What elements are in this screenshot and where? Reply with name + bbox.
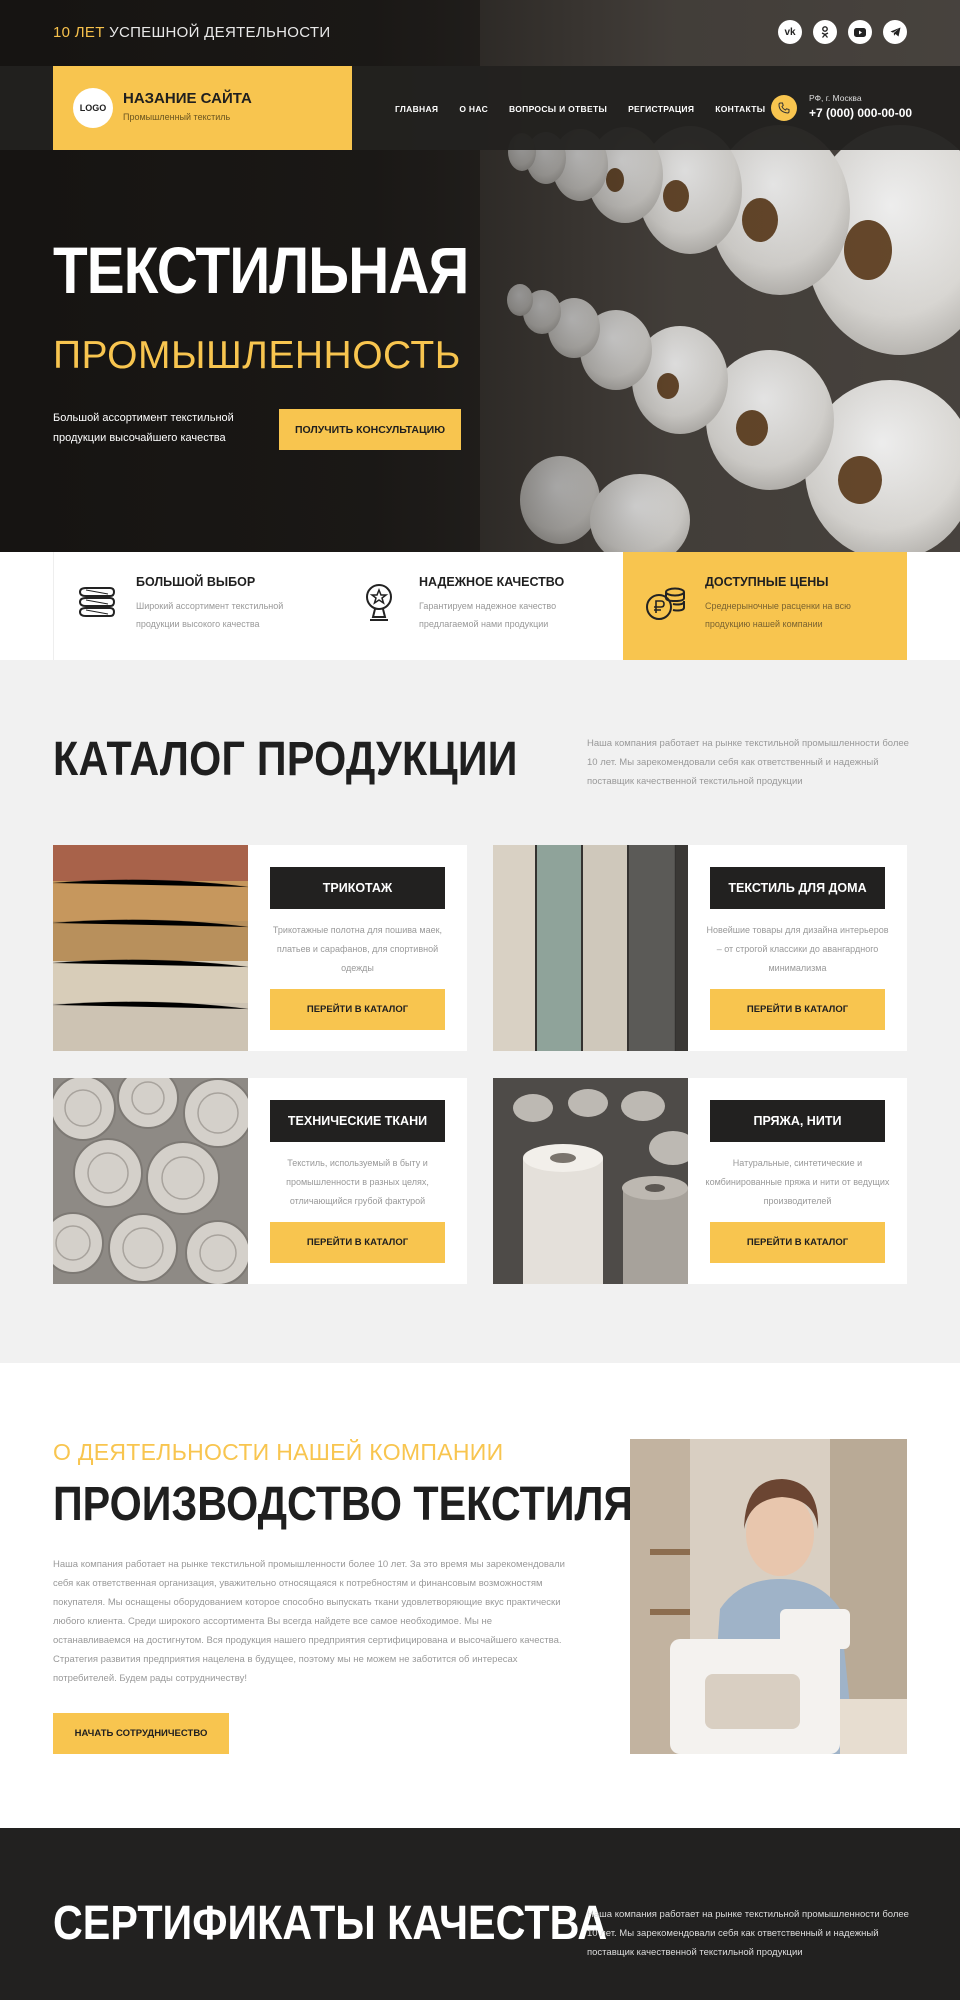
feature-prices: ДОСТУПНЫЕ ЦЕНЫ Среднерыночные расценки н… [623, 552, 907, 660]
catalog-title: КАТАЛОГ ПРОДУКЦИИ [53, 733, 518, 786]
card-title: ТРИКОТАЖ [270, 867, 445, 909]
certificates-section: СЕРТИФИКАТЫ КАЧЕСТВА Наша компания работ… [0, 1828, 960, 2000]
years-accent: 10 ЛЕТ [53, 24, 105, 41]
yarn-image [493, 1078, 688, 1284]
catalog-card-yarn: ПРЯЖА, НИТИ Натуральные, синтетические и… [493, 1078, 907, 1284]
feature-desc: Среднерыночные расценки на всю продукцию… [705, 601, 851, 629]
about-title: ПРОИЗВОДСТВО ТЕКСТИЛЯ [53, 1478, 634, 1531]
certificates-title: СЕРТИФИКАТЫ КАЧЕСТВА [53, 1897, 608, 1950]
seamstress-photo [630, 1439, 907, 1754]
main-navbar: LOGO НАЗАНИЕ САЙТА Промышленный текстиль… [0, 66, 960, 150]
social-links: vk [778, 20, 907, 44]
award-icon [366, 584, 392, 621]
nav-item-faq[interactable]: ВОПРОСЫ И ОТВЕТЫ [509, 104, 607, 114]
catalog-link-button[interactable]: ПЕРЕЙТИ В КАТАЛОГ [710, 989, 885, 1030]
feature-desc: Гарантируем надежное качество предлагаем… [419, 601, 557, 629]
fabric-stack-icon [79, 587, 115, 617]
card-title: ТЕХНИЧЕСКИЕ ТКАНИ [270, 1100, 445, 1142]
ok-icon[interactable] [813, 20, 837, 44]
nav-menu: ГЛАВНАЯ О НАС ВОПРОСЫ И ОТВЕТЫ РЕГИСТРАЦ… [395, 101, 793, 115]
catalog-link-button[interactable]: ПЕРЕЙТИ В КАТАЛОГ [270, 1222, 445, 1263]
nav-item-about[interactable]: О НАС [459, 104, 488, 114]
feature-quality: НАДЕЖНОЕ КАЧЕСТВО Гарантируем надежное к… [337, 552, 621, 660]
years-badge: 10 ЛЕТ УСПЕШНОЙ ДЕЯТЕЛЬНОСТИ [53, 24, 330, 41]
brand-block[interactable]: LOGO НАЗАНИЕ САЙТА Промышленный текстиль [53, 66, 352, 150]
catalog-card-technical: ТЕХНИЧЕСКИЕ ТКАНИ Текстиль, используемый… [53, 1078, 467, 1284]
feature-selection: БОЛЬШОЙ ВЫБОР Широкий ассортимент тексти… [53, 552, 337, 660]
catalog-card-knitwear: ТРИКОТАЖ Трикотажные полотна для пошива … [53, 845, 467, 1051]
feature-title: НАДЕЖНОЕ КАЧЕСТВО [419, 575, 565, 589]
card-title: ТЕКСТИЛЬ ДЛЯ ДОМА [710, 867, 885, 909]
catalog-section: КАТАЛОГ ПРОДУКЦИИ Наша компания работает… [0, 660, 960, 1363]
telegram-icon[interactable] [883, 20, 907, 44]
site-logo: LOGO [73, 88, 113, 128]
technical-fabric-image [53, 1078, 248, 1284]
top-strip: 10 ЛЕТ УСПЕШНОЙ ДЕЯТЕЛЬНОСТИ vk [0, 0, 960, 66]
about-kicker: О ДЕЯТЕЛЬНОСТИ НАШЕЙ КОМПАНИИ [53, 1439, 504, 1465]
catalog-desc: Наша компания работает на рынке текстиль… [587, 738, 909, 787]
hero-subtitle: ПРОМЫШЛЕННОСТЬ [53, 334, 461, 377]
contact-city: РФ, г. Москва [809, 93, 862, 103]
card-desc: Текстиль, используемый в быту и промышле… [286, 1158, 429, 1206]
feature-title: ДОСТУПНЫЕ ЦЕНЫ [705, 575, 829, 589]
feature-desc: Широкий ассортимент текстильной продукци… [136, 601, 284, 629]
feature-title: БОЛЬШОЙ ВЫБОР [136, 575, 256, 589]
nav-item-contacts[interactable]: КОНТАКТЫ [715, 104, 765, 114]
about-section: О ДЕЯТЕЛЬНОСТИ НАШЕЙ КОМПАНИИ ПРОИЗВОДСТ… [0, 1363, 960, 1828]
ruble-coins-icon [646, 587, 685, 620]
certificates-desc: Наша компания работает на рынке текстиль… [587, 1909, 909, 1958]
card-desc: Натуральные, синтетические и комбинирова… [705, 1158, 890, 1206]
consultation-button[interactable]: ПОЛУЧИТЬ КОНСУЛЬТАЦИЮ [279, 409, 461, 450]
card-desc: Трикотажные полотна для пошива маек, пла… [272, 925, 443, 973]
site-tagline: Промышленный текстиль [123, 112, 231, 122]
phone-icon[interactable] [771, 95, 797, 121]
nav-item-registration[interactable]: РЕГИСТРАЦИЯ [628, 104, 694, 114]
youtube-icon[interactable] [848, 20, 872, 44]
about-text: Наша компания работает на рынке текстиль… [53, 1559, 565, 1684]
site-name: НАЗАНИЕ САЙТА [123, 90, 252, 107]
card-title: ПРЯЖА, НИТИ [710, 1100, 885, 1142]
knitwear-image [53, 845, 248, 1051]
card-desc: Новейшие товары для дизайна интерьеров –… [706, 925, 889, 973]
nav-item-home[interactable]: ГЛАВНАЯ [395, 104, 438, 114]
vk-icon[interactable]: vk [778, 20, 802, 44]
features-bar: БОЛЬШОЙ ВЫБОР Широкий ассортимент тексти… [0, 552, 960, 660]
catalog-link-button[interactable]: ПЕРЕЙТИ В КАТАЛОГ [270, 989, 445, 1030]
home-textile-image [493, 845, 688, 1051]
hero-title: ТЕКСТИЛЬНАЯ [53, 233, 469, 307]
catalog-link-button[interactable]: ПЕРЕЙТИ В КАТАЛОГ [710, 1222, 885, 1263]
years-rest: УСПЕШНОЙ ДЕЯТЕЛЬНОСТИ [109, 24, 331, 41]
contact-phone[interactable]: +7 (000) 000-00-00 [809, 106, 912, 120]
catalog-card-home-textile: ТЕКСТИЛЬ ДЛЯ ДОМА Новейшие товары для ди… [493, 845, 907, 1051]
hero-text: Большой ассортимент текстильной продукци… [53, 412, 234, 444]
start-cooperation-button[interactable]: НАЧАТЬ СОТРУДНИЧЕСТВО [53, 1713, 229, 1754]
